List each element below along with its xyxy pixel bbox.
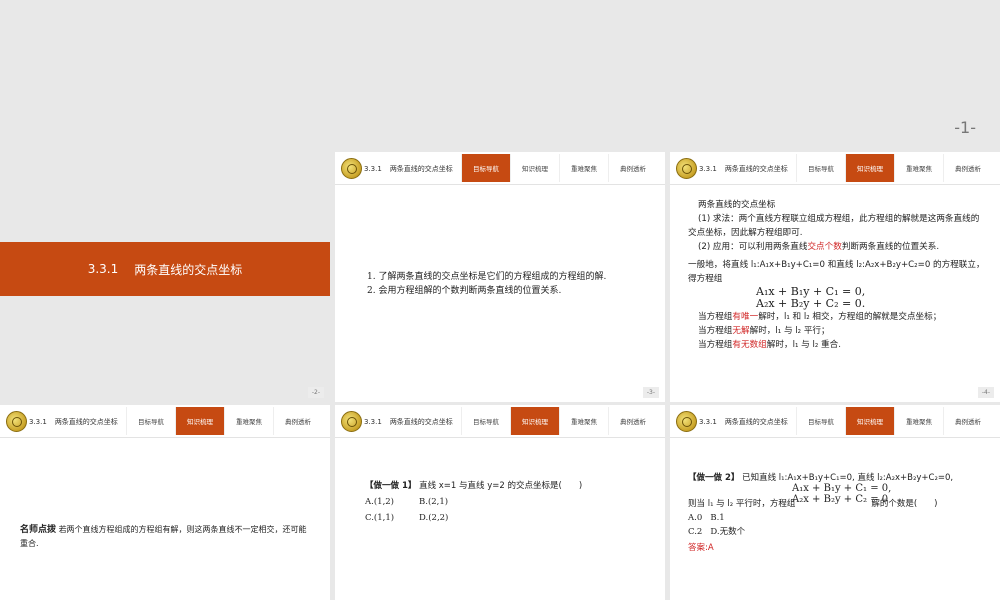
school-logo-icon [676, 411, 697, 432]
slide-number: -4- [977, 387, 994, 398]
equation-system: A₁x + B₁y + C₁ = 0, A₂x + B₂y + C₂ = 0. [756, 286, 865, 310]
tab-examples[interactable]: 典例透析 [608, 407, 657, 435]
nav-tabs: 目标导航 知识梳理 重难聚焦 典例透析 [796, 407, 992, 435]
tab-examples[interactable]: 典例透析 [943, 407, 992, 435]
slide-header: 3.3.1 两条直线的交点坐标 目标导航 知识梳理 重难聚焦 典例透析 [335, 152, 665, 185]
teacher-tip: 名师点拨 若两个直线方程组成的方程组有解，则这两条直线不一定相交，还可能重合. [20, 523, 312, 551]
tip-text: 若两个直线方程组成的方程组有解，则这两条直线不一定相交，还可能重合. [20, 525, 307, 548]
header-title: 3.3.1 两条直线的交点坐标 [364, 418, 453, 426]
slide-header: 3.3.1 两条直线的交点坐标 目标导航 知识梳理 重难聚焦 典例透析 [335, 405, 665, 438]
slide-number: -2- [307, 387, 324, 398]
answer-blank: 有无数组 [732, 340, 767, 350]
header-title: 3.3.1 两条直线的交点坐标 [29, 418, 118, 426]
exercise-options: A.0 B.1 C.2 D.无数个 [688, 511, 988, 539]
tab-target-nav[interactable]: 目标导航 [796, 154, 845, 182]
option-a[interactable]: A.0 [688, 513, 702, 523]
option-d[interactable]: D.无数个 [710, 527, 745, 537]
content-heading: 两条直线的交点坐标 [698, 200, 776, 210]
section-title: 两条直线的交点坐标 [134, 262, 243, 277]
equation-2: A₂x + B₂y + C₂ = 0 [792, 494, 889, 505]
equation-1: A₁x + B₁y + C₁ = 0, [792, 483, 892, 494]
equation-2: A₂x + B₂y + C₂ = 0. [756, 297, 866, 310]
slide-1[interactable]: 3.3.1 两条直线的交点坐标 -2- [0, 152, 330, 402]
option-a[interactable]: A.(1,2) [365, 495, 419, 509]
application-paragraph: (2) 应用：可以利用两条直线交点个数判断两条直线的位置关系. [698, 242, 940, 252]
top-area: -1- [0, 0, 1000, 150]
slide-header: 3.3.1 两条直线的交点坐标 目标导航 知识梳理 重难聚焦 典例透析 [670, 405, 1000, 438]
page-number: -1- [954, 118, 976, 137]
nav-tabs: 目标导航 知识梳理 重难聚焦 典例透析 [126, 407, 322, 435]
option-b[interactable]: B.1 [710, 513, 724, 523]
general-paragraph: 一般地，将直线 l₁:A₁x+B₁y+C₁=0 和直线 l₂:A₂x+B₂y+C… [688, 260, 985, 284]
tab-knowledge[interactable]: 知识梳理 [510, 154, 559, 182]
exercise-question: 【做一做 1】 直线 x=1 与直线 y=2 的交点坐标是( ) [365, 481, 583, 491]
tab-examples[interactable]: 典例透析 [608, 154, 657, 182]
slide-2[interactable]: 3.3.1 两条直线的交点坐标 目标导航 知识梳理 重难聚焦 典例透析 1. 了解… [335, 152, 665, 402]
slide-6[interactable]: 3.3.1 两条直线的交点坐标 目标导航 知识梳理 重难聚焦 典例透析 【做一做 … [670, 405, 1000, 600]
knowledge-content: 两条直线的交点坐标 (1) 求法：两个直线方程联立组成方程组，此方程组的解就是这… [688, 198, 986, 352]
slide-3[interactable]: 3.3.1 两条直线的交点坐标 目标导航 知识梳理 重难聚焦 典例透析 两条直线的… [670, 152, 1000, 402]
case-coincide: 当方程组有无数组解时，l₁ 与 l₂ 重合. [698, 340, 841, 350]
nav-tabs: 目标导航 知识梳理 重难聚焦 典例透析 [461, 407, 657, 435]
tab-target-nav[interactable]: 目标导航 [796, 407, 845, 435]
answer-text: 答案:A [688, 543, 714, 553]
exercise-options: A.(1,2) B.(2,1) C.(1,1) D.(2,2) [365, 495, 645, 525]
answer-blank: 交点个数 [807, 242, 842, 252]
slide-header: 3.3.1 两条直线的交点坐标 目标导航 知识梳理 重难聚焦 典例透析 [0, 405, 330, 438]
slide-number: -3- [642, 387, 659, 398]
tab-knowledge[interactable]: 知识梳理 [845, 407, 894, 435]
header-title: 3.3.1 两条直线的交点坐标 [699, 165, 788, 173]
tab-key-points[interactable]: 重难聚焦 [559, 154, 608, 182]
option-b[interactable]: B.(2,1) [419, 495, 499, 509]
section-number: 3.3.1 [87, 262, 119, 276]
objective-1: 1. 了解两条直线的交点坐标是它们的方程组成的方程组的解. [367, 272, 607, 282]
objective-2: 2. 会用方程组解的个数判断两条直线的位置关系. [367, 286, 562, 296]
tab-key-points[interactable]: 重难聚焦 [559, 407, 608, 435]
tab-knowledge[interactable]: 知识梳理 [845, 154, 894, 182]
nav-tabs: 目标导航 知识梳理 重难聚焦 典例透析 [796, 154, 992, 182]
tab-knowledge[interactable]: 知识梳理 [510, 407, 559, 435]
tab-key-points[interactable]: 重难聚焦 [894, 407, 943, 435]
school-logo-icon [6, 411, 27, 432]
title-bar: 3.3.1 两条直线的交点坐标 [0, 242, 330, 296]
school-logo-icon [341, 411, 362, 432]
option-c[interactable]: C.(1,1) [365, 511, 419, 525]
tab-key-points[interactable]: 重难聚焦 [224, 407, 273, 435]
tab-examples[interactable]: 典例透析 [943, 154, 992, 182]
answer-blank: 无解 [732, 326, 750, 336]
tab-target-nav[interactable]: 目标导航 [461, 407, 510, 435]
case-parallel: 当方程组无解解时，l₁ 与 l₂ 平行； [698, 326, 830, 336]
header-title: 3.3.1 两条直线的交点坐标 [364, 165, 453, 173]
option-d[interactable]: D.(2,2) [419, 511, 499, 525]
tab-key-points[interactable]: 重难聚焦 [894, 154, 943, 182]
tab-target-nav[interactable]: 目标导航 [461, 154, 510, 182]
equation-system: A₁x + B₁y + C₁ = 0, A₂x + B₂y + C₂ = 0 [792, 483, 891, 505]
slide-5[interactable]: 3.3.1 两条直线的交点坐标 目标导航 知识梳理 重难聚焦 典例透析 【做一做 … [335, 405, 665, 600]
method-paragraph: (1) 求法：两个直线方程联立组成方程组，此方程组的解就是这两条直线的交点坐标，… [688, 214, 980, 238]
case-intersect: 当方程组有唯一解时，l₁ 和 l₂ 相交，方程组的解就是交点坐标； [698, 312, 942, 322]
answer-blank: 有唯一 [732, 312, 759, 322]
tip-label: 名师点拨 [20, 525, 57, 535]
header-title: 3.3.1 两条直线的交点坐标 [699, 418, 788, 426]
school-logo-icon [341, 158, 362, 179]
slide-4[interactable]: 3.3.1 两条直线的交点坐标 目标导航 知识梳理 重难聚焦 典例透析 名师点拨 … [0, 405, 330, 600]
exercise-1: 【做一做 1】 直线 x=1 与直线 y=2 的交点坐标是( ) A.(1,2)… [365, 479, 645, 525]
nav-tabs: 目标导航 知识梳理 重难聚焦 典例透析 [461, 154, 657, 182]
tab-target-nav[interactable]: 目标导航 [126, 407, 175, 435]
slide-header: 3.3.1 两条直线的交点坐标 目标导航 知识梳理 重难聚焦 典例透析 [670, 152, 1000, 185]
option-c[interactable]: C.2 [688, 527, 702, 537]
school-logo-icon [676, 158, 697, 179]
objectives: 1. 了解两条直线的交点坐标是它们的方程组成的方程组的解. 2. 会用方程组解的… [367, 270, 606, 298]
tab-examples[interactable]: 典例透析 [273, 407, 322, 435]
tab-knowledge[interactable]: 知识梳理 [175, 407, 224, 435]
